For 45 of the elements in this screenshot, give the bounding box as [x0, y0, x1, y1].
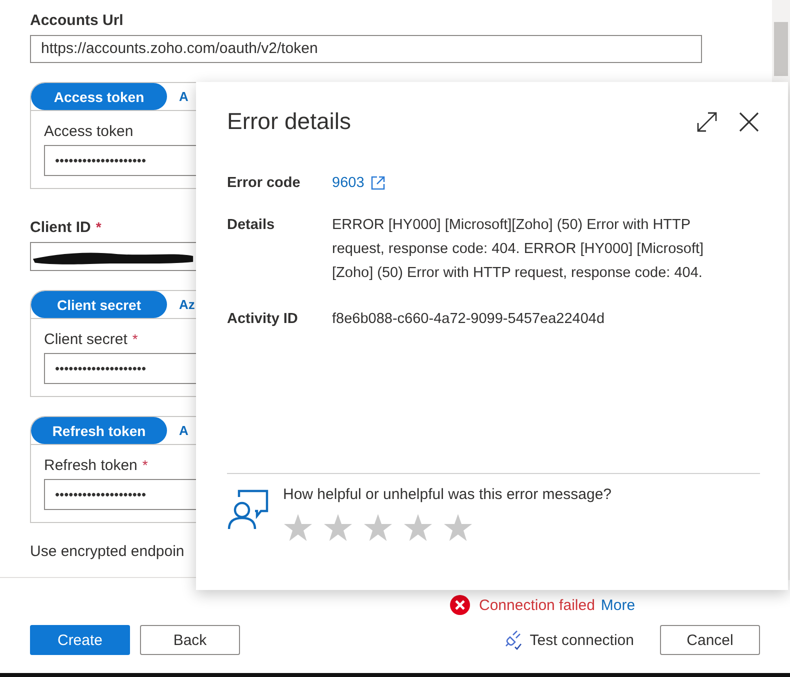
field-label: Use encrypted endpoin — [30, 543, 184, 560]
status-text: Connection failed — [479, 596, 595, 614]
scrollbar-thumb[interactable] — [774, 22, 788, 76]
expand-icon[interactable] — [696, 110, 718, 132]
detail-label: Activity ID — [227, 311, 299, 329]
required-mark: * — [132, 331, 138, 347]
detail-label: Error code — [227, 175, 302, 191]
create-button[interactable]: Create — [30, 625, 130, 655]
detail-value: f8e6b088-c660-4a72-9099-5457ea22404d — [332, 310, 606, 329]
detail-value: ERROR [HY000] [Microsoft][Zoho] (50) Error with HTTP request, response code: 404. ERROR [HY000] [Microsoft][Zoho] (50) Error with HTTP request, response code: 404. — [332, 216, 705, 283]
error-code-link[interactable]: 9603 — [332, 175, 364, 191]
tab[interactable]: Access token — [31, 83, 167, 110]
test-connection-button[interactable]: Test connection — [496, 629, 640, 651]
more-link[interactable]: More — [600, 596, 636, 614]
field-label: Refresh token * — [44, 457, 149, 474]
detail-label: Details — [227, 217, 276, 235]
required-mark: * — [142, 457, 148, 473]
field-label: Client ID * — [30, 219, 102, 236]
field-label: Client secret * — [44, 331, 139, 348]
password-field[interactable]: •••••••••••••••••••• — [44, 479, 196, 510]
panel-title: Error details — [227, 108, 352, 135]
required-mark: * — [96, 219, 102, 235]
text-field[interactable] — [30, 242, 196, 271]
field-label: Accounts Url — [30, 12, 124, 29]
tab[interactable]: A — [167, 417, 188, 444]
tab[interactable]: Refresh token — [31, 417, 167, 444]
star-icon[interactable] — [403, 513, 433, 543]
feedback-icon — [227, 489, 269, 531]
external-link-icon[interactable] — [370, 175, 386, 191]
url-field[interactable]: https://accounts.zoho.com/oauth/v2/token — [30, 35, 702, 63]
star-icon[interactable] — [323, 513, 353, 543]
tab[interactable]: Az — [167, 291, 195, 318]
close-icon[interactable] — [738, 110, 760, 132]
password-field[interactable]: •••••••••••••••••••• — [44, 353, 196, 384]
tab[interactable]: Client secret — [31, 291, 167, 318]
field-label: Access token — [44, 123, 134, 140]
dialog-button[interactable]: Cancel — [660, 625, 760, 655]
tab[interactable]: A — [167, 83, 188, 110]
password-field[interactable]: •••••••••••••••••••• — [44, 145, 196, 176]
feedback-question: How helpful or unhelpful was this error message? — [283, 486, 612, 503]
star-icon[interactable] — [283, 513, 313, 543]
error-icon — [450, 595, 470, 615]
star-icon[interactable] — [363, 513, 393, 543]
star-icon[interactable] — [443, 513, 473, 543]
dialog-button[interactable]: Back — [140, 625, 240, 655]
